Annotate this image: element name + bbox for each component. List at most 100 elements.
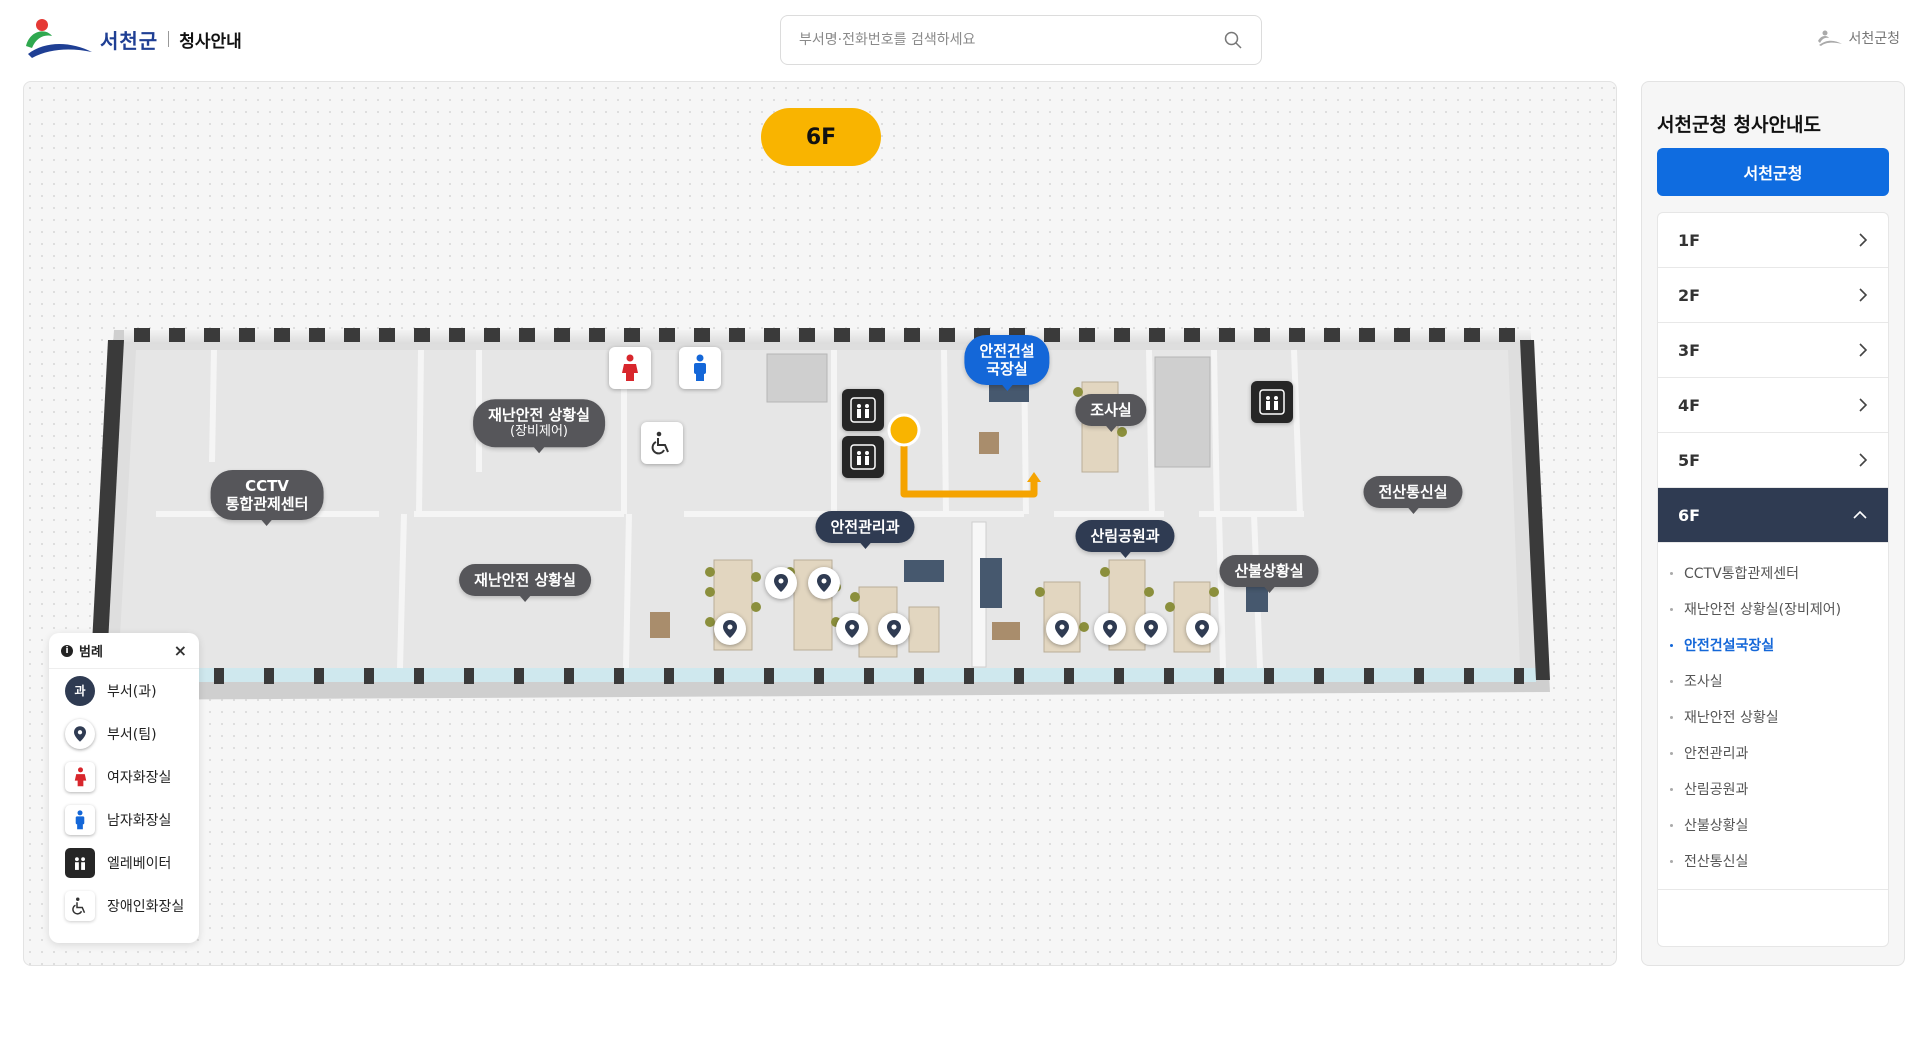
- legend-label: 부서(팀): [107, 726, 157, 743]
- elevator-icon[interactable]: [1251, 381, 1293, 423]
- team-pin-icon[interactable]: [1135, 613, 1167, 645]
- room-list-item-active[interactable]: 안전건설국장실: [1670, 627, 1888, 663]
- header: 서천군 청사안내 서천군청: [0, 0, 1920, 76]
- room-label-disaster-equipment[interactable]: 재난안전 상황실 (장비제어): [473, 399, 605, 447]
- wheelchair-icon: [63, 889, 97, 923]
- search-input[interactable]: [799, 32, 1223, 48]
- room-list-label: CCTV통합관제센터: [1684, 566, 1799, 582]
- floor-item-6f[interactable]: 6F: [1658, 488, 1888, 543]
- chevron-right-icon: [1859, 288, 1868, 302]
- team-pin-icon[interactable]: [714, 613, 746, 645]
- chevron-right-icon: [1859, 453, 1868, 467]
- room-label-line: 재난안전 상황실: [488, 406, 590, 425]
- room-label-director[interactable]: 안전건설 국장실: [964, 335, 1050, 385]
- team-pin-icon[interactable]: [1046, 613, 1078, 645]
- search-box: [780, 15, 1262, 65]
- legend-label: 남자화장실: [107, 812, 172, 829]
- legend-item: 남자화장실: [49, 798, 199, 841]
- team-pin-icon[interactable]: [808, 567, 840, 599]
- room-list-label: 재난안전 상황실: [1684, 710, 1779, 726]
- logo-emblem-icon: [22, 16, 94, 62]
- room-list-label: 산림공원과: [1684, 782, 1749, 798]
- floor-label: 2F: [1678, 285, 1701, 305]
- building-button[interactable]: 서천군청: [1657, 148, 1889, 196]
- logo-separator: [168, 31, 170, 47]
- room-label-line: 안전건설: [979, 342, 1035, 360]
- room-list-label: 전산통신실: [1684, 854, 1749, 870]
- room-label-fire[interactable]: 산불상황실: [1219, 555, 1319, 587]
- floor-item-1f[interactable]: 1F: [1658, 213, 1888, 268]
- men-restroom-icon[interactable]: [679, 347, 721, 389]
- legend-title: 범례: [79, 645, 103, 660]
- room-list-item[interactable]: 전산통신실: [1670, 843, 1888, 879]
- floor-label: 5F: [1678, 450, 1701, 470]
- floor-item-3f[interactable]: 3F: [1658, 323, 1888, 378]
- room-label-forest[interactable]: 산림공원과: [1075, 520, 1175, 552]
- legend-item: 엘레베이터: [49, 841, 199, 884]
- chevron-right-icon: [1859, 398, 1868, 412]
- team-pin-icon[interactable]: [878, 613, 910, 645]
- room-list-item[interactable]: 산불상황실: [1670, 807, 1888, 843]
- wheelchair-icon[interactable]: [641, 422, 683, 464]
- legend-label: 부서(과): [107, 683, 157, 700]
- room-list-label: 안전관리과: [1684, 746, 1749, 762]
- chevron-right-icon: [1859, 233, 1868, 247]
- legend-item: 여자화장실: [49, 755, 199, 798]
- logo-subtitle: 청사안내: [179, 31, 242, 52]
- room-list-item[interactable]: 조사실: [1670, 663, 1888, 699]
- legend-label: 장애인화장실: [107, 898, 185, 915]
- room-list-label: 안전건설국장실: [1684, 638, 1775, 654]
- room-list-item[interactable]: 재난안전 상황실: [1670, 699, 1888, 735]
- floor-item-5f[interactable]: 5F: [1658, 433, 1888, 488]
- room-list-item[interactable]: 재난안전 상황실(장비제어): [1670, 591, 1888, 627]
- room-label-safety[interactable]: 안전관리과: [815, 511, 915, 543]
- home-logo-icon: [1818, 30, 1843, 46]
- floor-label: 3F: [1678, 340, 1701, 360]
- room-list-item[interactable]: 안전관리과: [1670, 735, 1888, 771]
- info-icon: i: [61, 644, 73, 657]
- men-restroom-icon: [63, 803, 97, 837]
- women-restroom-icon: [63, 760, 97, 794]
- room-list-item[interactable]: CCTV통합관제센터: [1670, 555, 1888, 591]
- floor-label: 6F: [1678, 505, 1701, 525]
- close-icon[interactable]: ×: [174, 641, 187, 660]
- elevator-icon: [63, 846, 97, 880]
- room-label-it[interactable]: 전산통신실: [1363, 476, 1463, 508]
- chevron-up-icon: [1853, 510, 1867, 519]
- room-label-investigation[interactable]: 조사실: [1075, 394, 1147, 426]
- logo-name: 서천군: [100, 28, 159, 53]
- floor-list: 1F 2F 3F 4F 5F 6F CCTV통합관제센터 재난안전 상황실(장비…: [1657, 212, 1889, 947]
- room-label-cctv[interactable]: CCTV 통합관제센터: [210, 470, 324, 520]
- room-label-disaster[interactable]: 재난안전 상황실: [459, 564, 591, 596]
- team-pin-icon[interactable]: [836, 613, 868, 645]
- room-label-line: 국장실: [986, 360, 1028, 378]
- room-list-label: 재난안전 상황실(장비제어): [1684, 602, 1842, 618]
- team-pin-icon[interactable]: [765, 567, 797, 599]
- elevator-icon[interactable]: [842, 436, 884, 478]
- logo[interactable]: 서천군 청사안내: [22, 16, 242, 62]
- room-label-line: 통합관제센터: [225, 495, 309, 513]
- room-list-label: 산불상황실: [1684, 818, 1749, 834]
- elevator-icon[interactable]: [842, 389, 884, 431]
- floor-item-4f[interactable]: 4F: [1658, 378, 1888, 433]
- floor-label: 1F: [1678, 230, 1701, 250]
- room-list-item[interactable]: 산림공원과: [1670, 771, 1888, 807]
- room-label-line: CCTV: [245, 477, 289, 495]
- legend-item: 장애인화장실: [49, 884, 199, 927]
- home-link[interactable]: 서천군청: [1817, 28, 1900, 48]
- team-pin-icon[interactable]: [1186, 613, 1218, 645]
- team-pin-icon[interactable]: [1094, 613, 1126, 645]
- floor-item-2f[interactable]: 2F: [1658, 268, 1888, 323]
- legend-label: 엘레베이터: [107, 855, 172, 872]
- department-badge: 과: [65, 675, 95, 706]
- location-pin-icon: [63, 717, 97, 751]
- search-icon[interactable]: [1223, 30, 1243, 50]
- legend-item: 부서(팀): [49, 712, 199, 755]
- floor-map-panel[interactable]: 6F CCTV 통합관제센터 재난안전 상황실 (장비제어) 재난안전 상황실 …: [23, 81, 1617, 966]
- legend-header: i 범례 ×: [49, 633, 199, 669]
- women-restroom-icon[interactable]: [609, 347, 651, 389]
- legend-label: 여자화장실: [107, 769, 172, 786]
- home-link-label: 서천군청: [1848, 31, 1900, 47]
- legend: i 범례 × 과 부서(과) 부서(팀) 여자화장실 남자화장실 엘레베이터 장…: [49, 633, 199, 943]
- legend-item: 과 부서(과): [49, 669, 199, 712]
